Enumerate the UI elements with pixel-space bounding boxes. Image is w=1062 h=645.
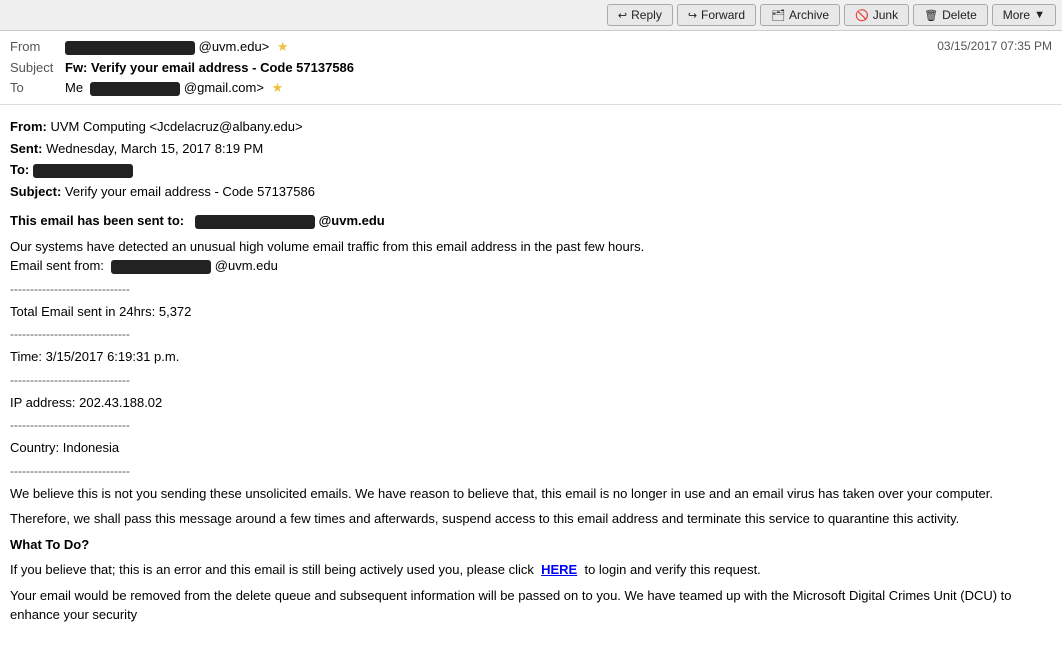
more-button[interactable]: More ▼ (992, 4, 1056, 26)
intro-domain: @uvm.edu (319, 213, 385, 228)
redacted-email-address (195, 215, 315, 229)
to-row: To Me @gmail.com> ★ (10, 78, 1052, 98)
subject-label: Subject (10, 60, 65, 75)
after-here-text: to login and verify this request. (584, 562, 760, 577)
archive-icon: 🗂 (771, 9, 785, 22)
email-from-domain: @uvm.edu (215, 258, 278, 273)
forward-icon: ↪ (688, 9, 697, 22)
your-email-text: Your email would be removed from the del… (10, 588, 1012, 623)
to-me: Me (65, 80, 83, 95)
from-domain: @uvm.edu> (199, 39, 270, 54)
total-email-line: Total Email sent in 24hrs: 5,372 (10, 302, 1052, 322)
to-label: To (10, 80, 65, 95)
country-label: Country: Indonesia (10, 440, 119, 455)
reply-icon: ↩ (618, 9, 627, 22)
forward-label: Forward (701, 8, 745, 22)
divider3: ------------------------------ (10, 371, 1052, 389)
subject-text: Fw: Verify your email address - Code 571… (65, 60, 354, 75)
redacted-to-body (33, 164, 133, 178)
redacted-to-address (90, 82, 180, 96)
divider1: ------------------------------ (10, 280, 1052, 298)
country-line: Country: Indonesia (10, 438, 1052, 458)
redacted-from-address (65, 41, 195, 55)
body-from-line: From: UVM Computing <Jcdelacruz@albany.e… (10, 117, 1052, 137)
body-to-line: To: (10, 160, 1052, 180)
subject-row: Subject Fw: Verify your email address - … (10, 57, 1052, 78)
ip-label: IP address: 202.43.188.02 (10, 395, 162, 410)
divider5: ------------------------------ (10, 462, 1052, 480)
body-subject-label: Subject: (10, 184, 61, 199)
email-sent-from-line: Email sent from: @uvm.edu (10, 256, 1052, 276)
body-from-value: UVM Computing <Jcdelacruz@albany.edu> (50, 119, 302, 134)
what-to-do-label: What To Do? (10, 537, 89, 552)
redacted-from-email (111, 260, 211, 274)
from-row: From @uvm.edu> ★ 03/15/2017 07:35 PM (10, 37, 1052, 57)
archive-label: Archive (789, 8, 829, 22)
forward-button[interactable]: ↪ Forward (677, 4, 756, 26)
reply-label: Reply (631, 8, 662, 22)
your-email-line: Your email would be removed from the del… (10, 586, 1052, 625)
more-label: More (1003, 8, 1030, 22)
divider2-text: ------------------------------ (10, 327, 130, 341)
if-you-believe-para: If you believe that; this is an error an… (10, 560, 1052, 580)
body-subject-value: Verify your email address - Code 5713758… (65, 184, 315, 199)
chevron-down-icon: ▼ (1034, 9, 1045, 21)
from-value: @uvm.edu> ★ (65, 39, 937, 55)
divider5-text: ------------------------------ (10, 464, 130, 478)
star-icon: ★ (277, 39, 289, 54)
belief-text: We believe this is not you sending these… (10, 486, 993, 501)
delete-icon: 🗑 (924, 9, 938, 22)
to-star-icon: ★ (272, 80, 284, 95)
belief-paragraph: We believe this is not you sending these… (10, 484, 1052, 504)
to-domain: @gmail.com> (184, 80, 264, 95)
email-sent-from-label: Email sent from: (10, 258, 104, 273)
junk-label: Junk (873, 8, 898, 22)
to-value: Me @gmail.com> ★ (65, 80, 1052, 96)
email-body: From: UVM Computing <Jcdelacruz@albany.e… (0, 105, 1062, 645)
body-sent-value: Wednesday, March 15, 2017 8:19 PM (46, 141, 263, 156)
delete-label: Delete (942, 8, 977, 22)
intro-paragraph: This email has been sent to: @uvm.edu (10, 211, 1052, 231)
ip-line: IP address: 202.43.188.02 (10, 393, 1052, 413)
body-to-label: To: (10, 162, 29, 177)
junk-icon: 🚫 (855, 9, 869, 22)
divider4: ------------------------------ (10, 416, 1052, 434)
if-you-believe-text: If you believe that; this is an error an… (10, 562, 534, 577)
body-subject-line: Subject: Verify your email address - Cod… (10, 182, 1052, 202)
therefore-line: Therefore, we shall pass this message ar… (10, 509, 1052, 529)
email-date: 03/15/2017 07:35 PM (937, 39, 1052, 53)
paragraph1-text: Our systems have detected an unusual hig… (10, 239, 644, 254)
email-headers: From @uvm.edu> ★ 03/15/2017 07:35 PM Sub… (0, 31, 1062, 105)
divider2: ------------------------------ (10, 325, 1052, 343)
archive-button[interactable]: 🗂 Archive (760, 4, 840, 26)
reply-button[interactable]: ↩ Reply (607, 4, 673, 26)
divider3-text: ------------------------------ (10, 373, 130, 387)
time-label: Time: 3/15/2017 6:19:31 p.m. (10, 349, 179, 364)
paragraph1: Our systems have detected an unusual hig… (10, 237, 1052, 257)
junk-button[interactable]: 🚫 Junk (844, 4, 909, 26)
from-label: From (10, 39, 65, 54)
delete-button[interactable]: 🗑 Delete (913, 4, 988, 26)
what-to-do-line: What To Do? (10, 535, 1052, 555)
divider4-text: ------------------------------ (10, 418, 130, 432)
body-from-label: From: (10, 119, 47, 134)
intro-bold: This email has been sent to: (10, 213, 184, 228)
toolbar: ↩ Reply ↪ Forward 🗂 Archive 🚫 Junk 🗑 Del… (0, 0, 1062, 31)
divider1-text: ------------------------------ (10, 282, 130, 296)
therefore-text: Therefore, we shall pass this message ar… (10, 511, 959, 526)
time-line: Time: 3/15/2017 6:19:31 p.m. (10, 347, 1052, 367)
here-link[interactable]: HERE (541, 562, 577, 577)
body-sent-line: Sent: Wednesday, March 15, 2017 8:19 PM (10, 139, 1052, 159)
total-label: Total Email sent in 24hrs: 5,372 (10, 304, 191, 319)
body-sent-label: Sent: (10, 141, 43, 156)
